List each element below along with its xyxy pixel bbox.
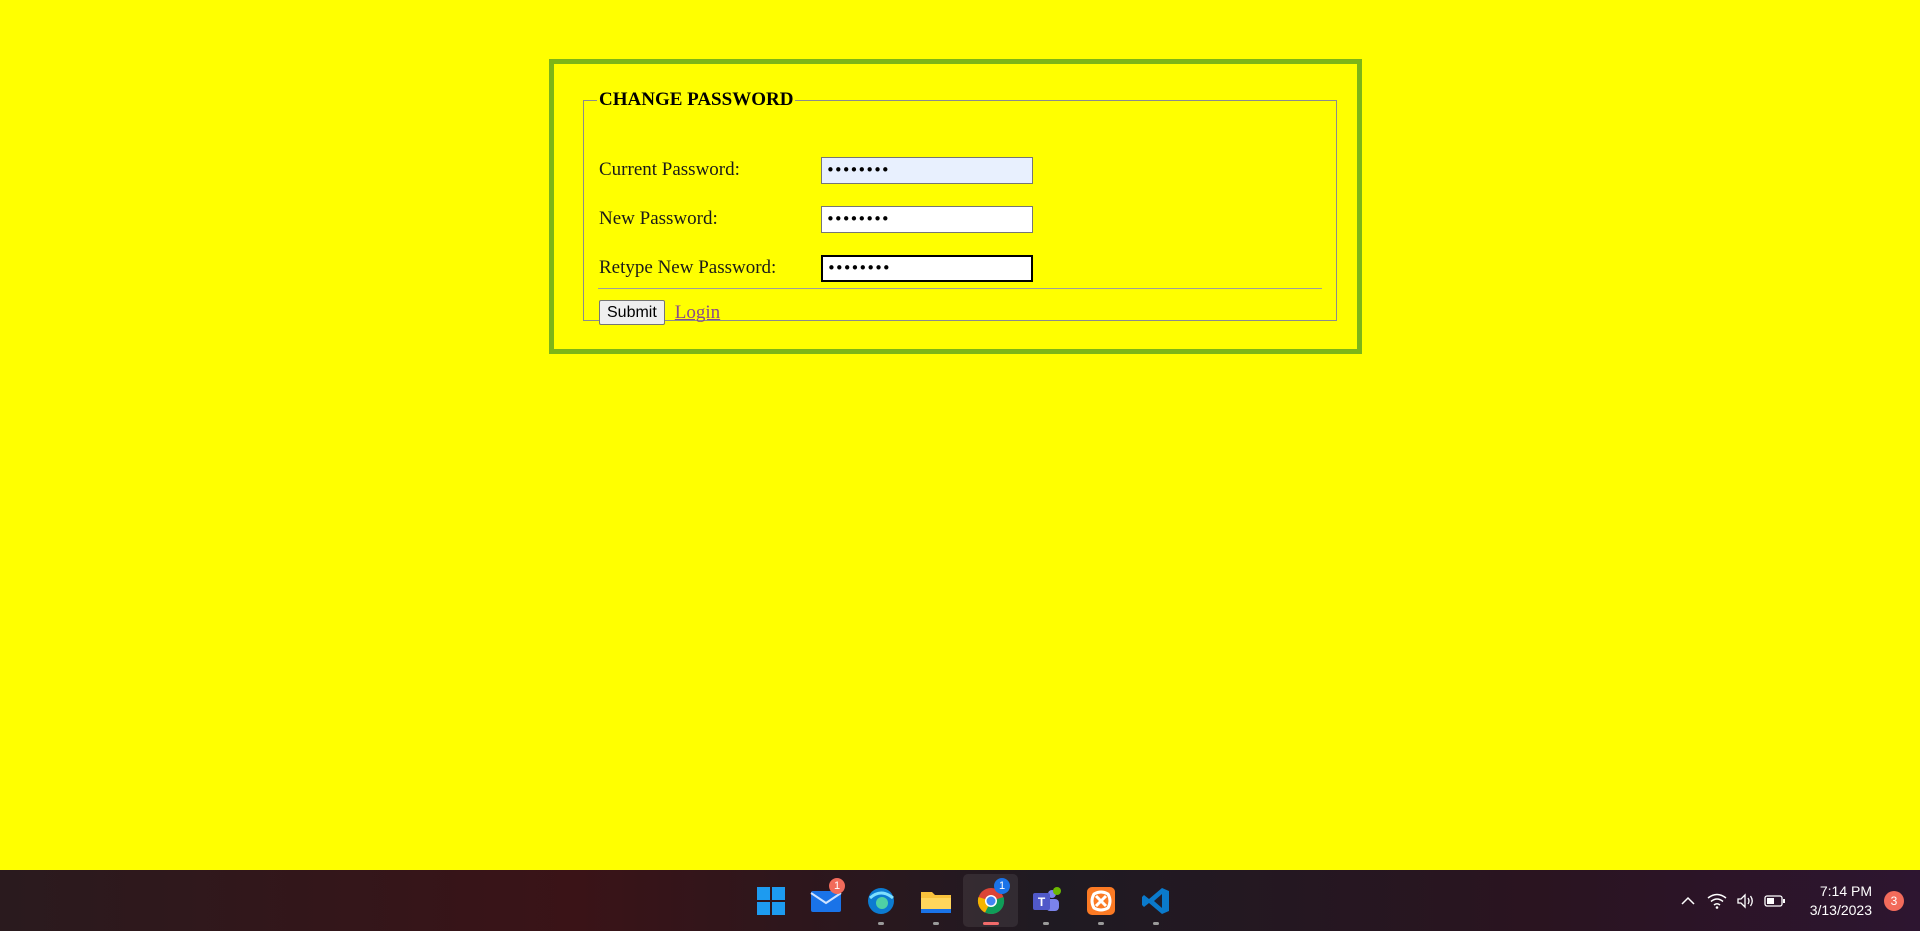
- network-button[interactable]: [1703, 893, 1732, 909]
- teams-running-indicator: [1042, 922, 1049, 925]
- current-password-label: Current Password:: [599, 159, 740, 180]
- svg-text:T: T: [1037, 895, 1045, 909]
- page-body: CHANGE PASSWORD Current Password: New Pa…: [0, 0, 1920, 870]
- start-button[interactable]: [743, 874, 798, 927]
- taskbar: 1 1 T 7:14 PM 3/13/2023 3: [0, 870, 1920, 931]
- form-legend: CHANGE PASSWORD: [599, 89, 794, 110]
- vscode-app-button[interactable]: [1128, 874, 1183, 927]
- file-explorer-icon: [920, 891, 951, 913]
- retype-password-row: Retype New Password:: [599, 253, 1033, 283]
- chrome-app-button[interactable]: 1: [963, 874, 1018, 927]
- chevron-up-icon: [1681, 896, 1695, 905]
- vscode-icon: [1141, 887, 1169, 914]
- retype-password-input[interactable]: [821, 254, 1033, 282]
- login-link[interactable]: Login: [675, 302, 720, 324]
- current-password-input[interactable]: [821, 156, 1033, 184]
- submit-button[interactable]: Submit: [599, 300, 665, 325]
- battery-button[interactable]: [1761, 894, 1790, 908]
- current-password-row: Current Password:: [599, 155, 1033, 185]
- speaker-icon: [1737, 892, 1754, 909]
- edge-app-button[interactable]: [853, 874, 908, 927]
- new-password-input[interactable]: [821, 205, 1033, 233]
- xampp-running-indicator: [1097, 922, 1104, 925]
- edge-icon: [867, 887, 894, 914]
- chrome-active-indicator: [982, 922, 999, 925]
- show-hidden-icons-button[interactable]: [1674, 893, 1703, 909]
- file-explorer-running-indicator: [932, 922, 939, 925]
- chrome-badge: 1: [994, 878, 1010, 894]
- clock[interactable]: 7:14 PM 3/13/2023: [1810, 882, 1872, 920]
- new-password-label: New Password:: [599, 208, 718, 229]
- new-password-row: New Password:: [599, 204, 1033, 234]
- form-actions: Submit Login: [599, 300, 720, 325]
- mail-badge: 1: [829, 878, 845, 894]
- xampp-app-button[interactable]: [1073, 874, 1128, 927]
- battery-icon: [1764, 894, 1786, 907]
- file-explorer-button[interactable]: [908, 874, 963, 927]
- clock-date: 3/13/2023: [1809, 901, 1872, 918]
- form-divider: [598, 288, 1322, 289]
- xampp-icon: [1086, 886, 1115, 915]
- volume-button[interactable]: [1732, 892, 1761, 909]
- retype-password-label: Retype New Password:: [599, 257, 777, 278]
- clock-time: 7:14 PM: [1819, 882, 1872, 899]
- change-password-fieldset: CHANGE PASSWORD Current Password: New Pa…: [583, 89, 1337, 325]
- teams-icon: T: [1032, 886, 1061, 911]
- teams-app-button[interactable]: T: [1018, 874, 1073, 927]
- vscode-running-indicator: [1152, 922, 1159, 925]
- mail-app-button[interactable]: 1: [798, 874, 853, 927]
- change-password-frame: CHANGE PASSWORD Current Password: New Pa…: [549, 59, 1362, 354]
- start-icon: [756, 886, 785, 915]
- taskbar-apps: 1 1 T: [743, 870, 1183, 931]
- system-tray: 7:14 PM 3/13/2023 3: [1674, 870, 1920, 931]
- notification-badge[interactable]: 3: [1884, 890, 1904, 911]
- edge-running-indicator: [877, 922, 884, 925]
- wifi-icon: [1707, 893, 1727, 909]
